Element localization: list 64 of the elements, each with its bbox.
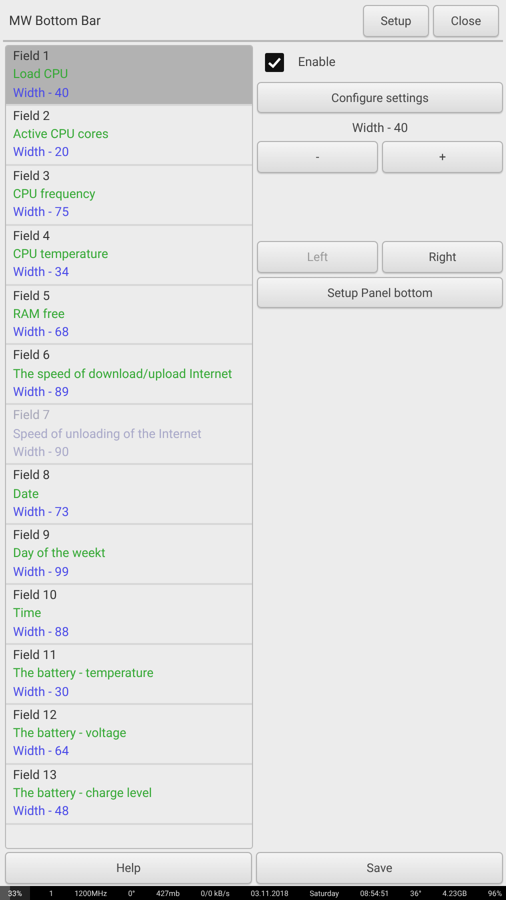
- field-list-item[interactable]: Field 6 The speed of download/upload Internet Width - 89: [6, 345, 252, 406]
- setup-button[interactable]: Setup: [363, 5, 429, 37]
- field-description: Load CPU: [13, 66, 69, 84]
- field-list-item[interactable]: Field 11 The battery - temperature Width - 30: [6, 644, 252, 705]
- field-width: Width - 73: [13, 504, 70, 522]
- save-button[interactable]: Save: [256, 852, 503, 884]
- field-width: Width - 40: [13, 84, 70, 103]
- field-description: Speed of unloading of the Internet: [13, 426, 202, 444]
- field-width: Width - 34: [13, 264, 70, 282]
- field-name: Field 6: [13, 347, 51, 366]
- field-width: Width - 20: [13, 144, 70, 162]
- field-list-item[interactable]: Field 5 RAM free Width - 68: [6, 286, 252, 346]
- width-label: Width - 40: [351, 120, 409, 137]
- field-description: The battery - temperature: [13, 665, 154, 684]
- field-list-item[interactable]: Field 9 Day of the weekt Width - 99: [6, 525, 252, 586]
- field-description: Time: [13, 605, 42, 624]
- field-list-item[interactable]: Field 1 Load CPU Width - 40: [6, 46, 252, 106]
- field-width: Width - 30: [13, 684, 70, 702]
- field-list-item[interactable]: Field 2 Active CPU cores Width - 20: [6, 106, 252, 166]
- field-description: Day of the weekt: [13, 545, 106, 564]
- field-name: Field 7: [13, 407, 51, 426]
- field-list-item[interactable]: Field 8 Date Width - 73: [6, 465, 252, 526]
- field-list-item[interactable]: Field 13 The battery - charge level Width - 48: [6, 764, 252, 825]
- field-name: Field 3: [13, 168, 51, 186]
- enable-label: Enable: [298, 55, 336, 70]
- field-name: Field 5: [13, 288, 51, 306]
- window-title: MW Bottom Bar: [9, 14, 102, 28]
- field-description: RAM free: [13, 306, 66, 324]
- close-button[interactable]: Close: [433, 5, 499, 37]
- field-list-item[interactable]: Field 3 CPU frequency Width - 75: [6, 166, 252, 226]
- field-description: The battery - charge level: [13, 784, 153, 803]
- field-description: Date: [13, 486, 40, 504]
- field-description: The battery - voltage: [13, 725, 128, 744]
- field-name: Field 9: [13, 527, 51, 546]
- field-list-item[interactable]: Field 4 CPU temperature Width - 34: [6, 226, 252, 286]
- field-name: Field 11: [13, 646, 58, 665]
- field-name: Field 1: [13, 48, 51, 66]
- field-list-item[interactable]: Field 12 The battery - voltage Width - 64: [6, 704, 252, 765]
- plus-button[interactable]: +: [382, 141, 503, 173]
- enable-checkbox[interactable]: [265, 53, 284, 72]
- field-width: Width - 64: [13, 743, 70, 762]
- field-description: CPU temperature: [13, 246, 110, 264]
- field-name: Field 10: [13, 587, 58, 606]
- field-name: Field 13: [13, 766, 58, 785]
- field-name: Field 2: [13, 108, 51, 126]
- configure-settings-button[interactable]: Configure settings: [257, 82, 503, 113]
- minus-button[interactable]: -: [257, 141, 378, 173]
- field-width: Width - 88: [13, 624, 70, 642]
- field-width: Width - 75: [13, 204, 70, 222]
- field-width: Width - 90: [13, 444, 70, 462]
- right-button[interactable]: Right: [382, 241, 503, 273]
- field-name: Field 12: [13, 706, 58, 725]
- help-button[interactable]: Help: [5, 852, 252, 884]
- field-name: Field 8: [13, 467, 51, 486]
- field-description: CPU frequency: [13, 186, 96, 204]
- setup-panel-button[interactable]: Setup Panel bottom: [257, 277, 503, 308]
- field-width: Width - 48: [13, 803, 70, 822]
- field-name: Field 4: [13, 228, 51, 246]
- field-width: Width - 68: [13, 324, 70, 342]
- field-width: Width - 99: [13, 564, 70, 582]
- field-description: The speed of download/upload Internet: [13, 366, 234, 384]
- field-description: Active CPU cores: [13, 126, 110, 144]
- field-width: Width - 89: [13, 384, 70, 402]
- field-list-item[interactable]: Field 10 Time Width - 88: [6, 585, 252, 645]
